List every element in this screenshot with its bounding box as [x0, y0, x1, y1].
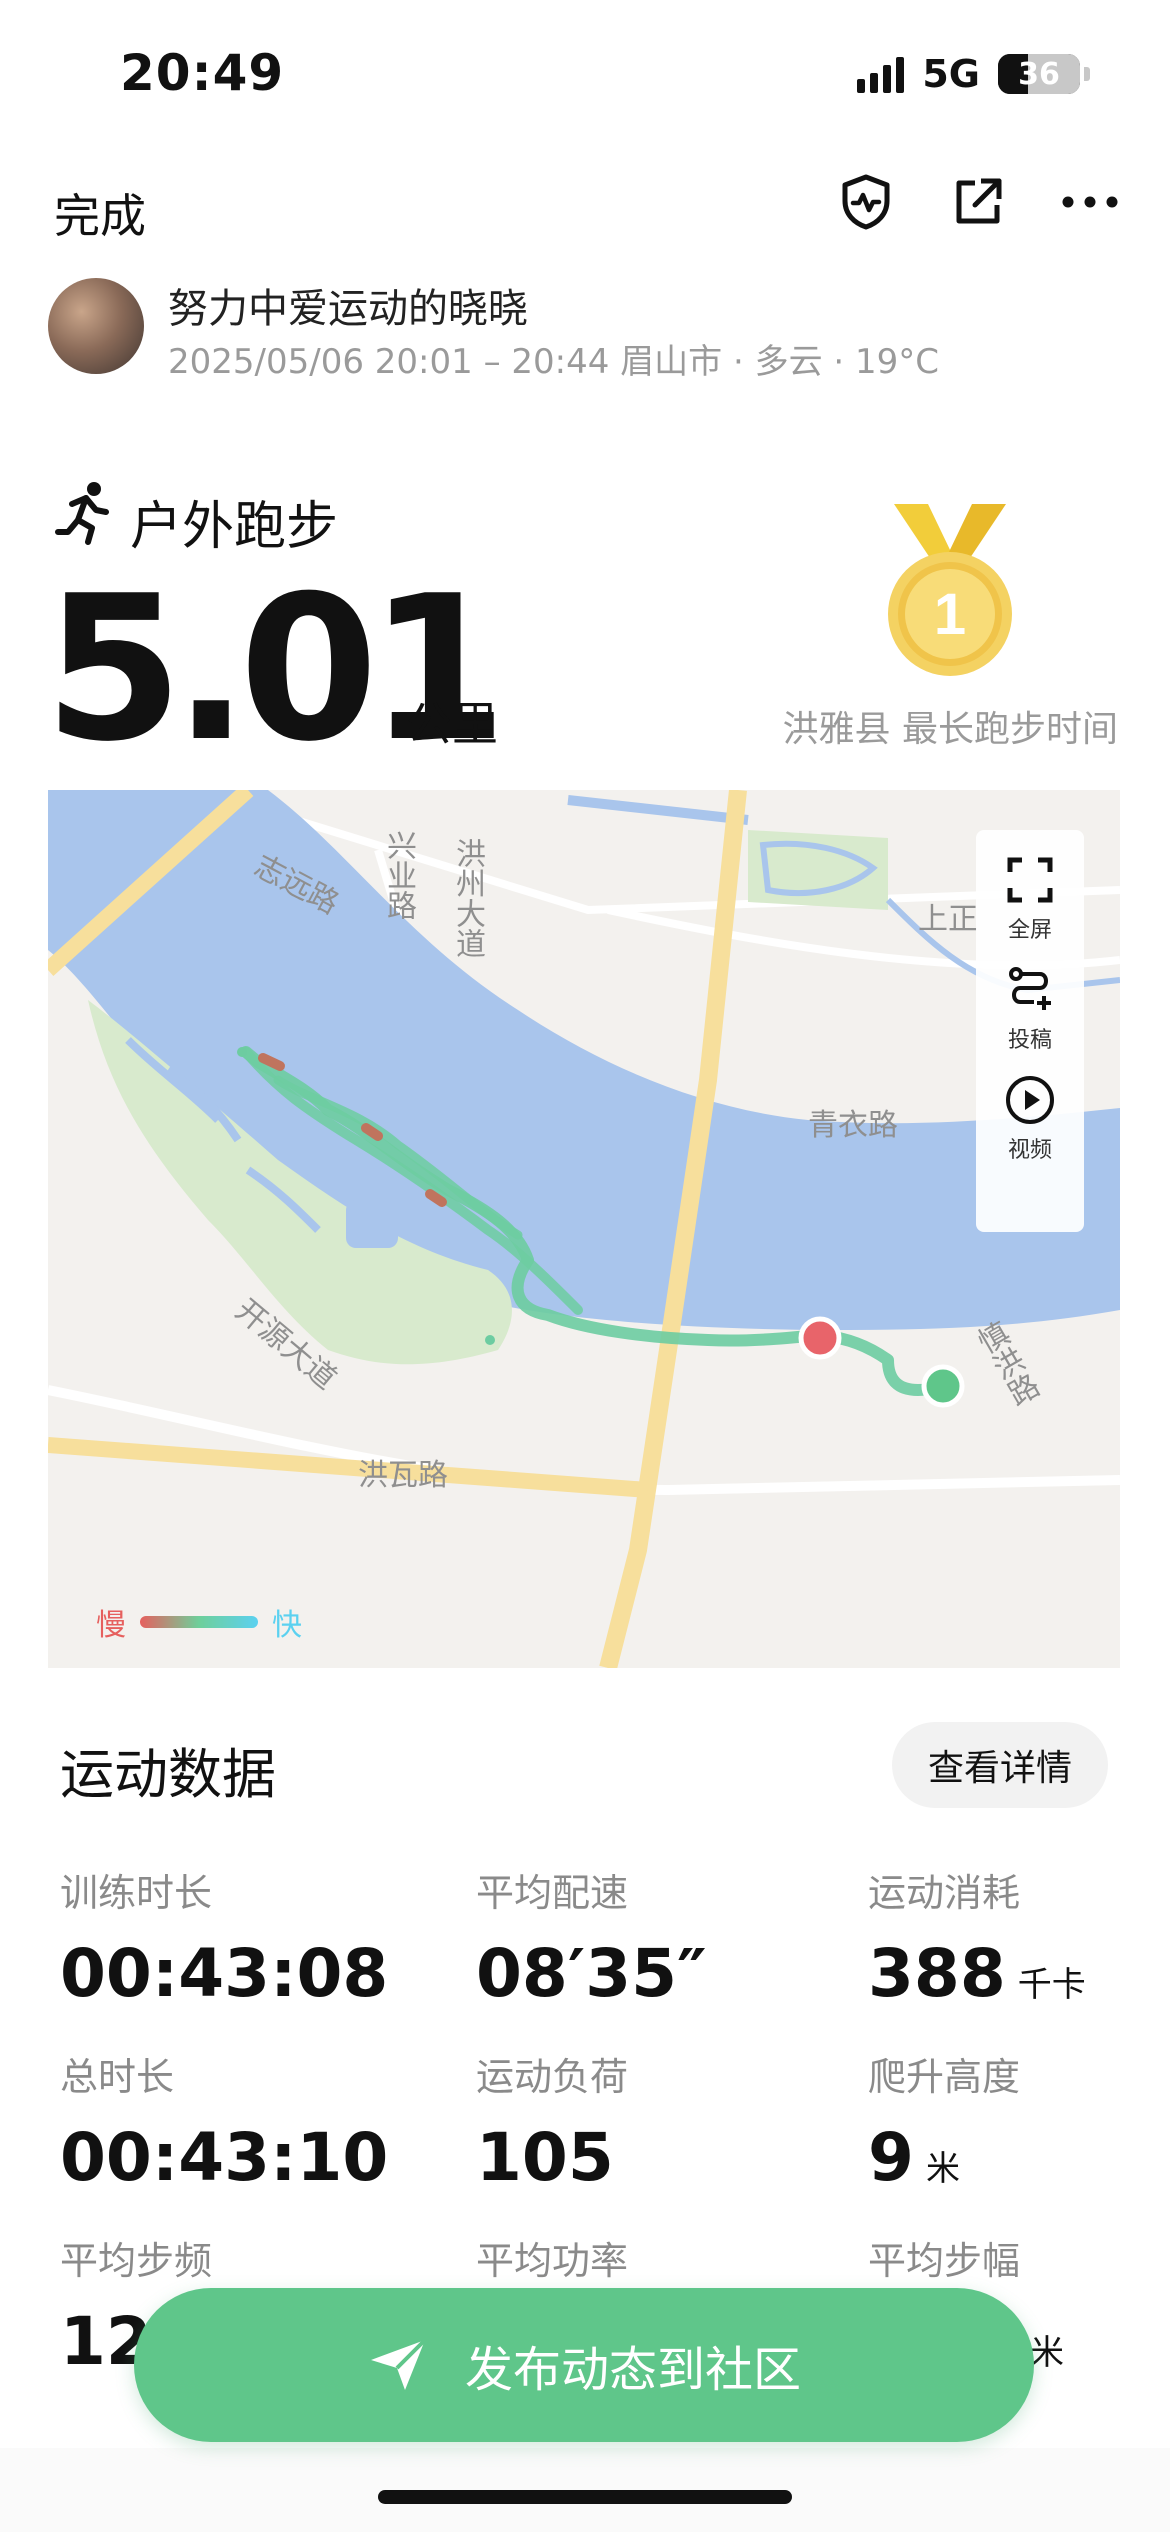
stat-unit: 米: [1030, 2333, 1064, 2373]
medal-caption: 洪雅县 最长跑步时间: [782, 709, 1118, 750]
stat-label: 爬升高度: [868, 2055, 1021, 2099]
stat-label: 总时长: [60, 2055, 175, 2099]
map-label-road: 兴业路: [381, 830, 416, 920]
top-actions: [836, 172, 1120, 232]
stat-calories: 运动消耗 388 千卡: [868, 1862, 1086, 2012]
stat-label: 运动消耗: [868, 1871, 1021, 1915]
legend-gradient: [140, 1616, 258, 1628]
map-label-road: 洪瓦路: [358, 1458, 448, 1493]
distance-unit: 公里: [406, 697, 498, 751]
stat-value: 9: [868, 2119, 914, 2196]
stat-label: 平均功率: [476, 2239, 629, 2283]
stat-label: 平均步频: [60, 2239, 213, 2283]
play-video-label: 视频: [1007, 1138, 1052, 1163]
stat-value: 00:43:08: [60, 1935, 389, 2012]
route-map[interactable]: 志远路 兴业路 洪州大道 上正 青衣路 开源大道 洪瓦路 慎洪路 全屏 投稿 视…: [48, 790, 1120, 1668]
stat-elevation-gain: 爬升高度 9米: [868, 2046, 1020, 2196]
publish-to-community-button[interactable]: 发布动态到社区: [134, 2288, 1034, 2442]
stat-avg-pace: 平均配速 08′35″: [476, 1862, 707, 2012]
home-indicator[interactable]: [378, 2490, 792, 2504]
stat-value: 105: [476, 2119, 614, 2196]
battery-nub: [1084, 67, 1090, 81]
user-name[interactable]: 努力中爱运动的晓晓: [168, 276, 528, 334]
send-icon: [370, 2338, 427, 2390]
stat-label: 平均配速: [476, 1871, 629, 1915]
fullscreen-label: 全屏: [1007, 918, 1052, 943]
cellular-signal-icon: [857, 55, 905, 93]
stat-label: 训练时长: [60, 1871, 213, 1915]
view-details-button[interactable]: 查看详情: [892, 1722, 1108, 1808]
map-toolbar: 全屏 投稿 视频: [976, 830, 1084, 1232]
stat-label: 平均步幅: [868, 2239, 1021, 2283]
route-end-marker: [921, 1364, 965, 1408]
play-video-button[interactable]: 视频: [1004, 1074, 1056, 1164]
share-icon[interactable]: [948, 172, 1008, 232]
route-start-marker: [798, 1316, 842, 1360]
network-type: 5G: [922, 52, 980, 96]
map-label-road: 青衣路: [808, 1108, 898, 1143]
medal-number: 1: [934, 582, 966, 647]
legend-fast: 快: [272, 1608, 302, 1643]
stat-total-duration: 总时长 00:43:10: [60, 2046, 388, 2196]
done-button[interactable]: 完成: [54, 180, 146, 246]
pace-legend: 慢 快: [96, 1600, 302, 1644]
stat-unit: 米: [925, 2149, 960, 2189]
more-icon[interactable]: [1060, 172, 1120, 232]
status-indicators: 5G 36: [857, 52, 1090, 96]
status-time: 20:49: [120, 44, 285, 102]
stat-value: 00:43:10: [60, 2119, 389, 2196]
stat-value: 388: [868, 1935, 1006, 2012]
play-video-icon: [1006, 1076, 1054, 1124]
map-label-road: 洪州大道: [450, 838, 485, 958]
post-route-button[interactable]: 投稿: [1004, 964, 1056, 1054]
running-icon: [54, 480, 114, 546]
activity-meta: 2025/05/06 20:01 – 20:44 眉山市 · 多云 · 19°C: [168, 342, 940, 382]
stat-training-load: 运动负荷 105: [476, 2046, 628, 2196]
battery-icon: 36: [998, 54, 1080, 94]
post-route-label: 投稿: [1007, 1028, 1052, 1053]
stat-training-duration: 训练时长 00:43:08: [60, 1862, 388, 2012]
map-label-road: 上正: [918, 902, 978, 937]
shield-heart-icon[interactable]: [836, 172, 896, 232]
avatar[interactable]: [48, 278, 144, 374]
legend-slow: 慢: [96, 1608, 126, 1643]
fullscreen-icon: [1007, 857, 1053, 903]
battery-level: 36: [1018, 56, 1060, 92]
stat-unit: 千卡: [1017, 1965, 1086, 2005]
activity-type: 户外跑步: [130, 497, 339, 557]
fullscreen-button[interactable]: 全屏: [1004, 854, 1056, 944]
post-route-icon: [1009, 967, 1051, 1010]
stat-value: 08′35″: [476, 1935, 707, 2012]
publish-label: 发布动态到社区: [464, 2344, 801, 2397]
stat-label: 运动负荷: [476, 2055, 629, 2099]
medal-icon[interactable]: 1: [880, 500, 1020, 680]
stats-title: 运动数据: [60, 1743, 276, 1806]
